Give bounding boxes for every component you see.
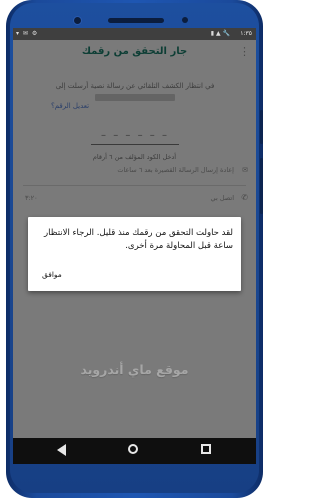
divider (23, 185, 246, 186)
resend-sms-row[interactable]: إعادة إرسال الرسالة القصيرة بعد ٦ ساعات … (13, 166, 256, 178)
system-icons: ▮ ▲ 🔧 (210, 30, 230, 37)
more-vert-icon[interactable]: ⋮ (239, 45, 250, 58)
navigation-bar (13, 438, 256, 464)
alert-dialog: لقد حاولت التحقق من رقمك منذ قليل. الرجا… (28, 217, 241, 291)
call-me-row[interactable]: ٣:٢٠ اتصل بي ✆ (13, 192, 256, 204)
clock: ١:٣٥ (240, 30, 252, 37)
watermark-text: موقع ماي أندرويد (80, 362, 189, 377)
earpiece-speaker (108, 18, 164, 23)
volume-button (260, 158, 263, 214)
verification-description: في انتظار الكشف التلقائي عن رسالة نصية أ… (55, 82, 215, 90)
resend-sms-label: إعادة إرسال الرسالة القصيرة بعد ٦ ساعات (117, 166, 234, 174)
phone-icon: ✆ (241, 193, 248, 202)
ok-button[interactable]: موافق (42, 270, 62, 279)
call-me-label: اتصل بي (210, 194, 234, 202)
page-title: جار التحقق من رقمك (81, 46, 188, 57)
back-icon[interactable] (57, 444, 66, 456)
call-timer: ٣:٢٠ (25, 194, 38, 202)
edit-number-link[interactable]: تعديل الرقم؟ (51, 102, 89, 110)
home-icon[interactable] (128, 444, 138, 454)
dialog-message: لقد حاولت التحقق من رقمك منذ قليل. الرجا… (44, 228, 233, 251)
status-bar: ▾ ✉ ⚙ ▮ ▲ 🔧 ١:٣٥ (13, 28, 256, 40)
front-camera (74, 17, 81, 24)
message-icon: ✉ (242, 166, 248, 174)
phone-number-redacted (95, 94, 175, 101)
power-button (260, 110, 263, 144)
proximity-sensor (182, 17, 188, 23)
code-hint: أدخل الكود المؤلف من ٦ أرقام (92, 153, 177, 161)
verification-code-input[interactable]: – – – – – – (91, 130, 179, 145)
recent-apps-icon[interactable] (201, 444, 211, 454)
notification-icons: ▾ ✉ ⚙ (16, 30, 39, 37)
app-screen: ▾ ✉ ⚙ ▮ ▲ 🔧 ١:٣٥ جار التحقق من رقمك ⋮ في… (13, 28, 256, 438)
